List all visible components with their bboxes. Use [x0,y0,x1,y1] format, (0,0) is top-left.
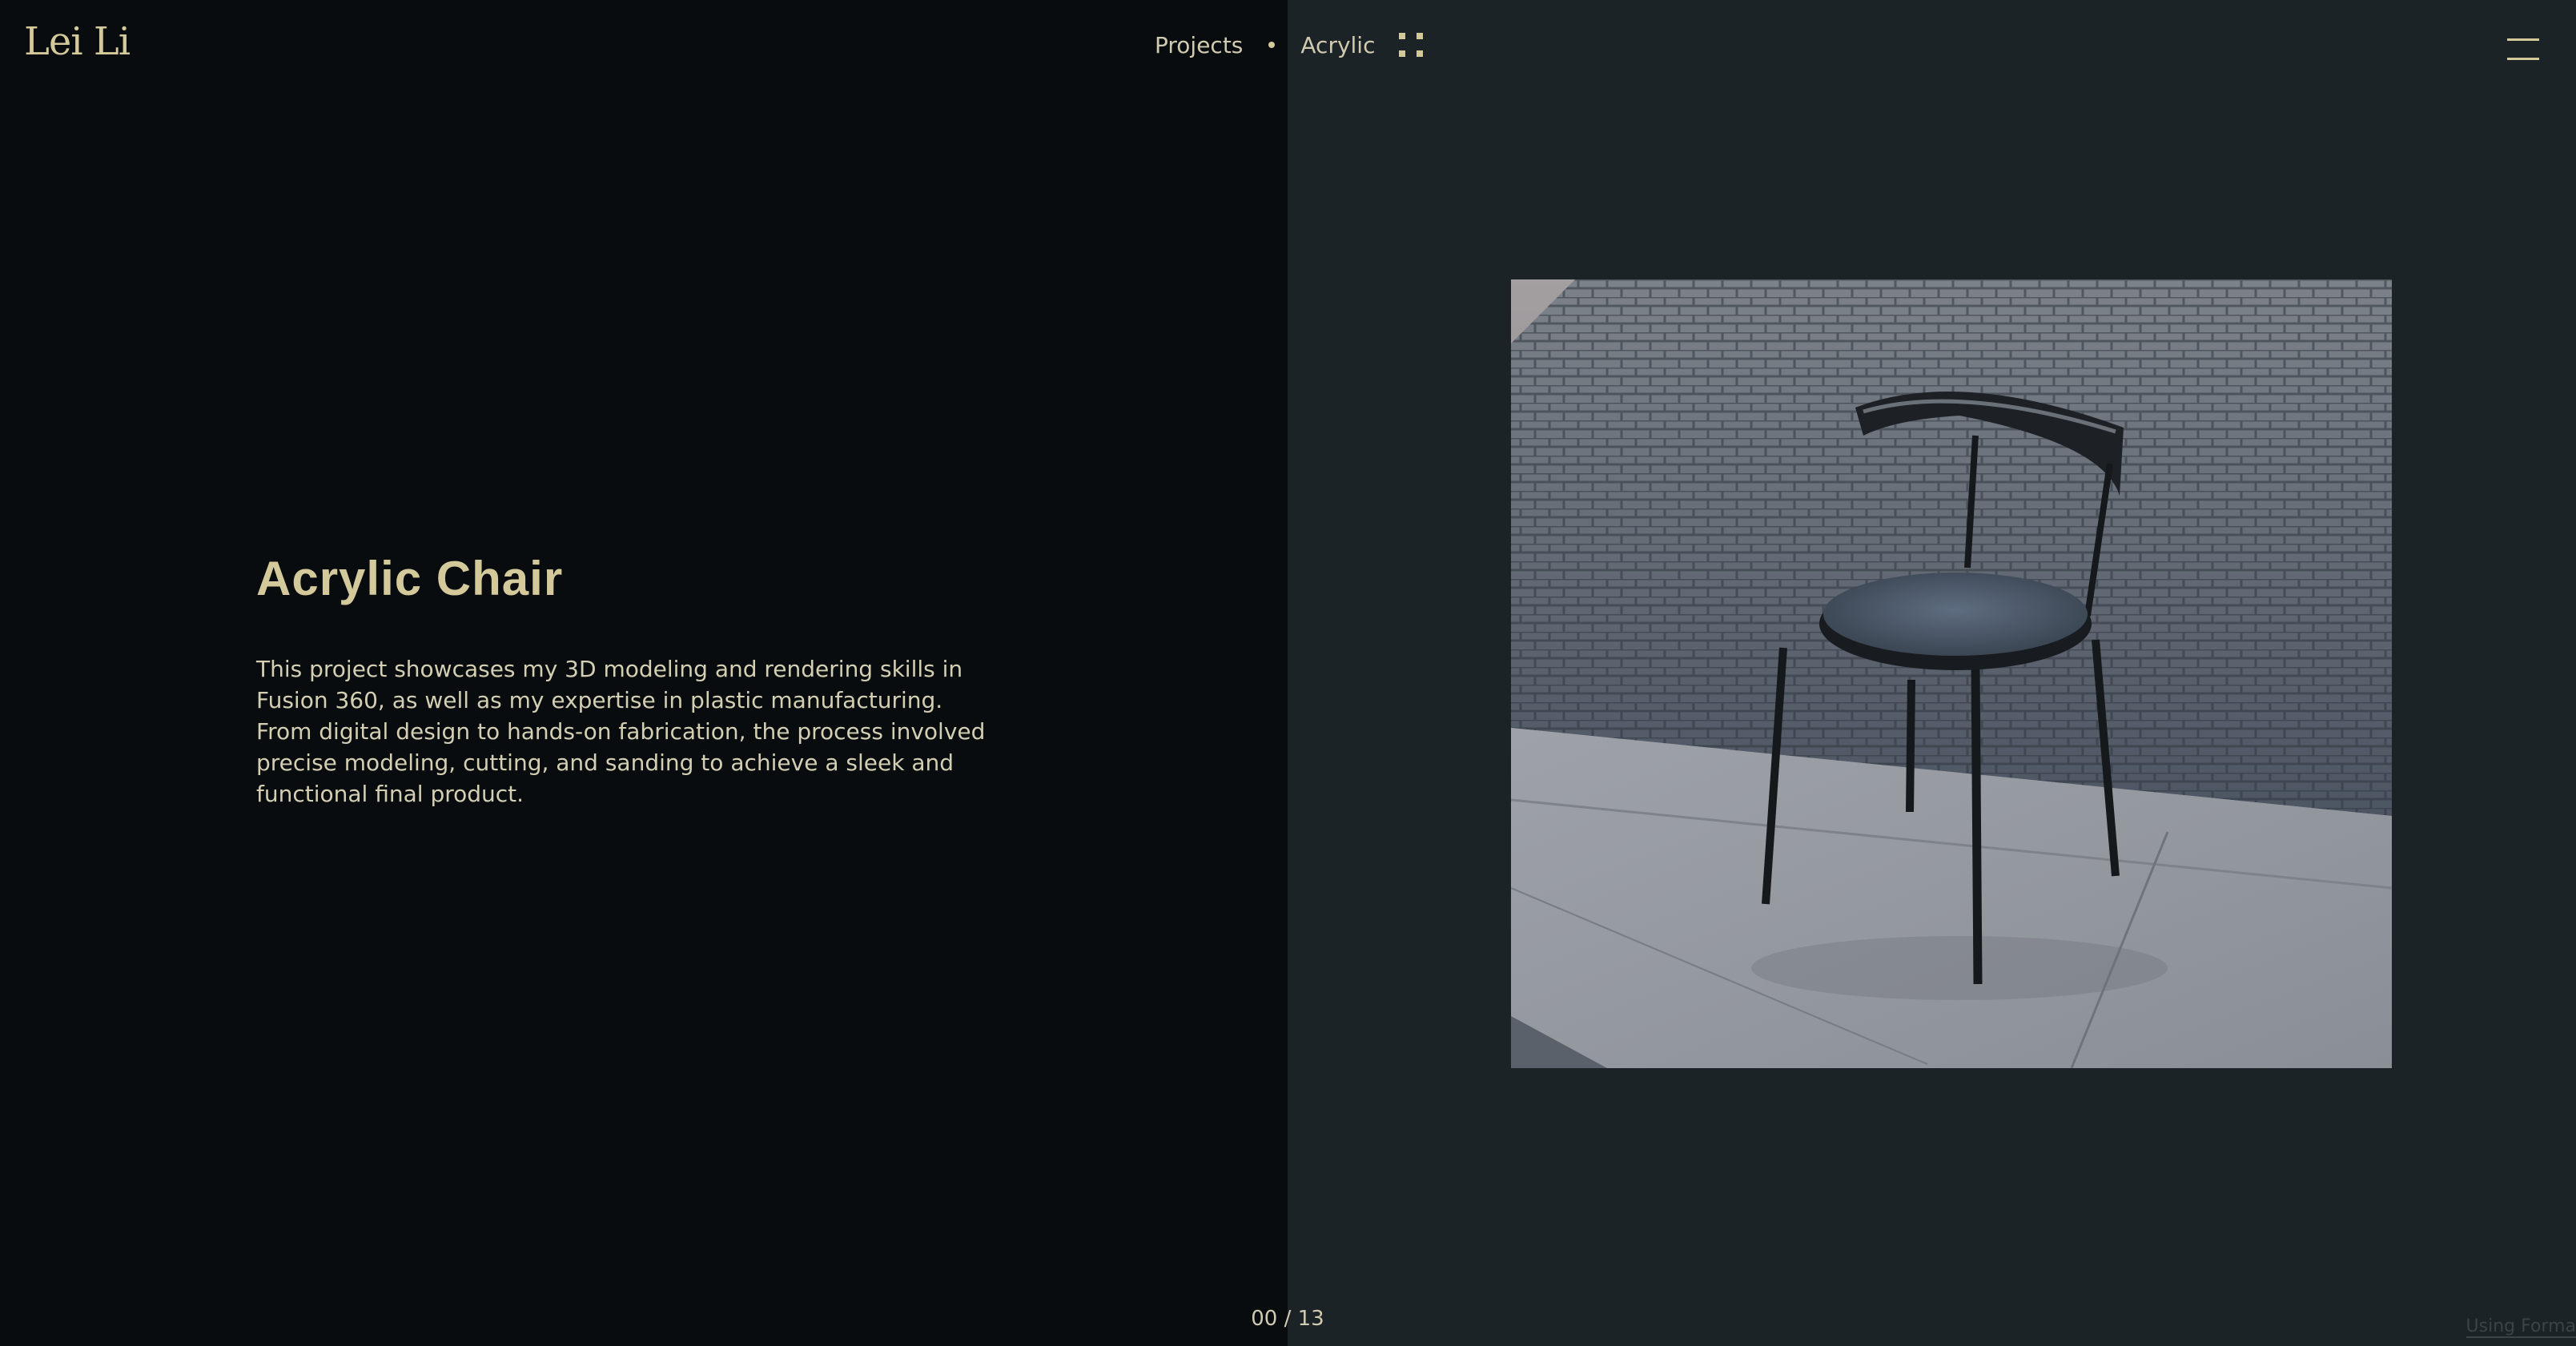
nav-current-page[interactable]: Acrylic [1300,32,1375,58]
project-title: Acrylic Chair [256,552,564,605]
grid-icon[interactable] [1399,33,1424,57]
footer-credit-link[interactable]: Using Forma [2465,1316,2576,1338]
nav-projects-link[interactable]: Projects [1155,32,1243,58]
nav-separator-dot [1268,42,1276,48]
breadcrumb-nav: Projects Acrylic [1155,29,1424,61]
menu-icon[interactable] [2507,35,2539,62]
project-description: This project showcases my 3D modeling an… [256,656,986,807]
site-logo[interactable]: Lei Li [24,19,131,64]
project-image-acrylic-chair [1511,279,2392,1068]
slide-counter: 00 / 13 [1251,1307,1324,1331]
